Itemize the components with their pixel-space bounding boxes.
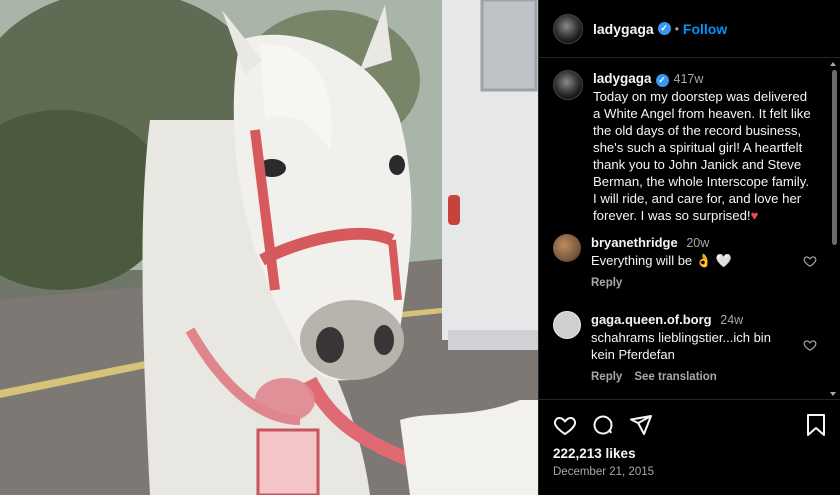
reply-button[interactable]: Reply	[591, 371, 622, 383]
comment-like-heart-icon[interactable]	[803, 254, 817, 268]
see-translation-button[interactable]: See translation	[634, 371, 716, 383]
reply-button[interactable]: Reply	[591, 277, 622, 289]
caption-text-body: Today on my doorstep was delivered a Whi…	[593, 89, 811, 223]
post-dialog: ladygaga ✓ • Follow ladygaga ✓ 417w Today …	[0, 0, 840, 495]
verified-badge-icon: ✓	[657, 22, 671, 35]
comment-item: gaga.queen.of.borg 24w schahrams lieblin…	[539, 311, 805, 386]
share-icon	[630, 415, 652, 435]
comment-username[interactable]: gaga.queen.of.borg	[591, 312, 712, 327]
share-button[interactable]	[629, 413, 653, 437]
caption: ladygaga ✓ 417w Today on my doorstep was d…	[539, 58, 840, 224]
comment-actions: Reply See translation	[591, 369, 791, 386]
caption-age[interactable]: 417w	[674, 72, 704, 86]
comment-item: bryanethridge 20w Everything will be 👌 🤍…	[539, 234, 805, 292]
caption-body: ladygaga ✓ 417w Today on my doorstep was d…	[593, 70, 811, 224]
comment-icon	[593, 415, 613, 435]
comment-body: gaga.queen.of.borg 24w schahrams lieblin…	[591, 311, 791, 386]
like-count[interactable]: 222,213 likes	[553, 446, 827, 461]
scroll-down-arrow-icon[interactable]	[830, 392, 836, 396]
caption-username[interactable]: ladygaga	[593, 71, 652, 86]
save-button[interactable]	[805, 413, 827, 437]
comment-actions: Reply	[591, 275, 791, 292]
action-bar	[553, 412, 827, 438]
comment-avatar[interactable]	[553, 234, 581, 262]
scrollbar[interactable]	[830, 62, 838, 396]
scroll-up-arrow-icon[interactable]	[830, 62, 836, 66]
red-heart-emoji: ♥	[750, 208, 759, 223]
comment-button[interactable]	[591, 413, 615, 437]
post-image[interactable]	[0, 0, 538, 495]
comment-text: schahrams lieblingstier...ich bin kein P…	[591, 330, 771, 362]
comments-scroll-area[interactable]: ladygaga ✓ 417w Today on my doorstep was d…	[539, 58, 840, 399]
caption-text: Today on my doorstep was delivered a Whi…	[593, 88, 811, 224]
horse-photo	[0, 0, 538, 495]
scrollbar-thumb[interactable]	[832, 70, 837, 245]
post-footer: 222,213 likes December 21, 2015	[539, 399, 840, 495]
bookmark-icon	[807, 414, 825, 436]
heart-icon	[553, 416, 577, 436]
caption-verified-icon: ✓	[655, 74, 669, 87]
comment-text: Everything will be 👌 🤍	[591, 253, 732, 268]
post-header: ladygaga ✓ • Follow	[539, 0, 840, 58]
separator-dot: •	[674, 21, 679, 36]
post-date[interactable]: December 21, 2015	[553, 466, 827, 478]
comment-age[interactable]: 20w	[686, 236, 709, 250]
author-username[interactable]: ladygaga	[593, 21, 654, 37]
comment-username[interactable]: bryanethridge	[591, 235, 678, 250]
comment-like-heart-icon[interactable]	[803, 338, 817, 352]
author-avatar[interactable]	[553, 13, 583, 44]
post-panel: ladygaga ✓ • Follow ladygaga ✓ 417w Today …	[538, 0, 840, 495]
comment-body: bryanethridge 20w Everything will be 👌 🤍…	[591, 234, 791, 292]
caption-avatar[interactable]	[553, 70, 583, 100]
follow-button[interactable]: Follow	[683, 21, 727, 37]
comment-age[interactable]: 24w	[720, 313, 743, 327]
like-button[interactable]	[553, 413, 577, 437]
comment-avatar-default[interactable]	[553, 311, 581, 339]
